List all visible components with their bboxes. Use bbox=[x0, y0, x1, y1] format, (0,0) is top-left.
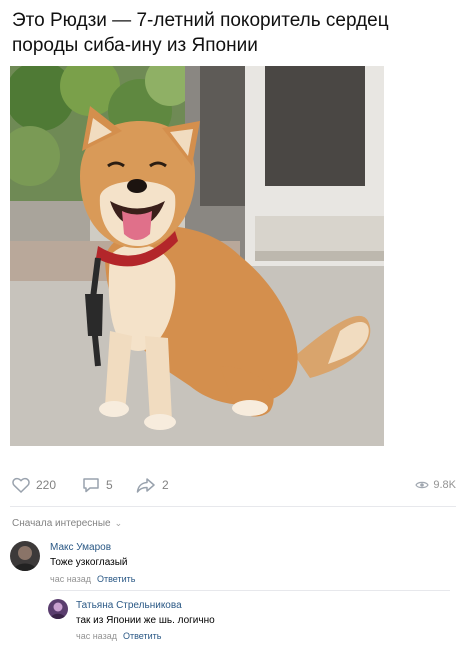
comment-time[interactable]: час назад bbox=[50, 574, 91, 584]
share-icon bbox=[136, 478, 155, 493]
eye-icon bbox=[415, 481, 430, 489]
comment-count: 5 bbox=[106, 478, 113, 492]
post-photo[interactable] bbox=[10, 66, 384, 446]
share-button[interactable]: 2 bbox=[136, 474, 169, 496]
user-avatar-image bbox=[10, 541, 40, 571]
sort-label: Сначала интересные bbox=[12, 518, 111, 529]
comment-reply-item: Татьяна Стрельникова так из Японии же шь… bbox=[48, 598, 448, 646]
comment-meta: час назад Ответить bbox=[50, 574, 135, 584]
comment-item: Макс Умаров Тоже узкоглазый час назад Отв… bbox=[10, 540, 450, 590]
comments-sort-dropdown[interactable]: Сначала интересные ⌄ bbox=[12, 518, 122, 529]
comment-author[interactable]: Татьяна Стрельникова bbox=[76, 600, 182, 611]
comment-text: так из Японии же шь. логично bbox=[76, 615, 215, 626]
chevron-down-icon: ⌄ bbox=[114, 518, 123, 528]
avatar[interactable] bbox=[10, 541, 40, 571]
comment-meta: час назад Ответить bbox=[76, 631, 161, 641]
shiba-inu-photo bbox=[10, 66, 384, 446]
comment-author[interactable]: Макс Умаров bbox=[50, 542, 111, 553]
comment-icon bbox=[83, 478, 99, 493]
comment-button[interactable]: 5 bbox=[82, 474, 113, 496]
avatar[interactable] bbox=[48, 599, 68, 619]
comment-time[interactable]: час назад bbox=[76, 631, 117, 641]
divider bbox=[10, 506, 456, 507]
share-count: 2 bbox=[162, 478, 169, 492]
divider bbox=[50, 590, 450, 591]
like-count: 220 bbox=[36, 478, 57, 492]
post-actions-bar: 220 5 2 9.8K bbox=[10, 474, 456, 496]
views-count: 9.8K bbox=[433, 479, 456, 491]
user-avatar-image bbox=[48, 599, 68, 619]
heart-icon bbox=[12, 477, 30, 493]
reply-button[interactable]: Ответить bbox=[123, 631, 161, 641]
comment-text: Тоже узкоглазый bbox=[50, 557, 128, 568]
views-counter: 9.8K bbox=[415, 474, 456, 496]
post-title: Это Рюдзи — 7-летний покоритель сердец п… bbox=[12, 10, 389, 56]
reply-button[interactable]: Ответить bbox=[97, 574, 135, 584]
like-button[interactable]: 220 bbox=[12, 474, 56, 496]
